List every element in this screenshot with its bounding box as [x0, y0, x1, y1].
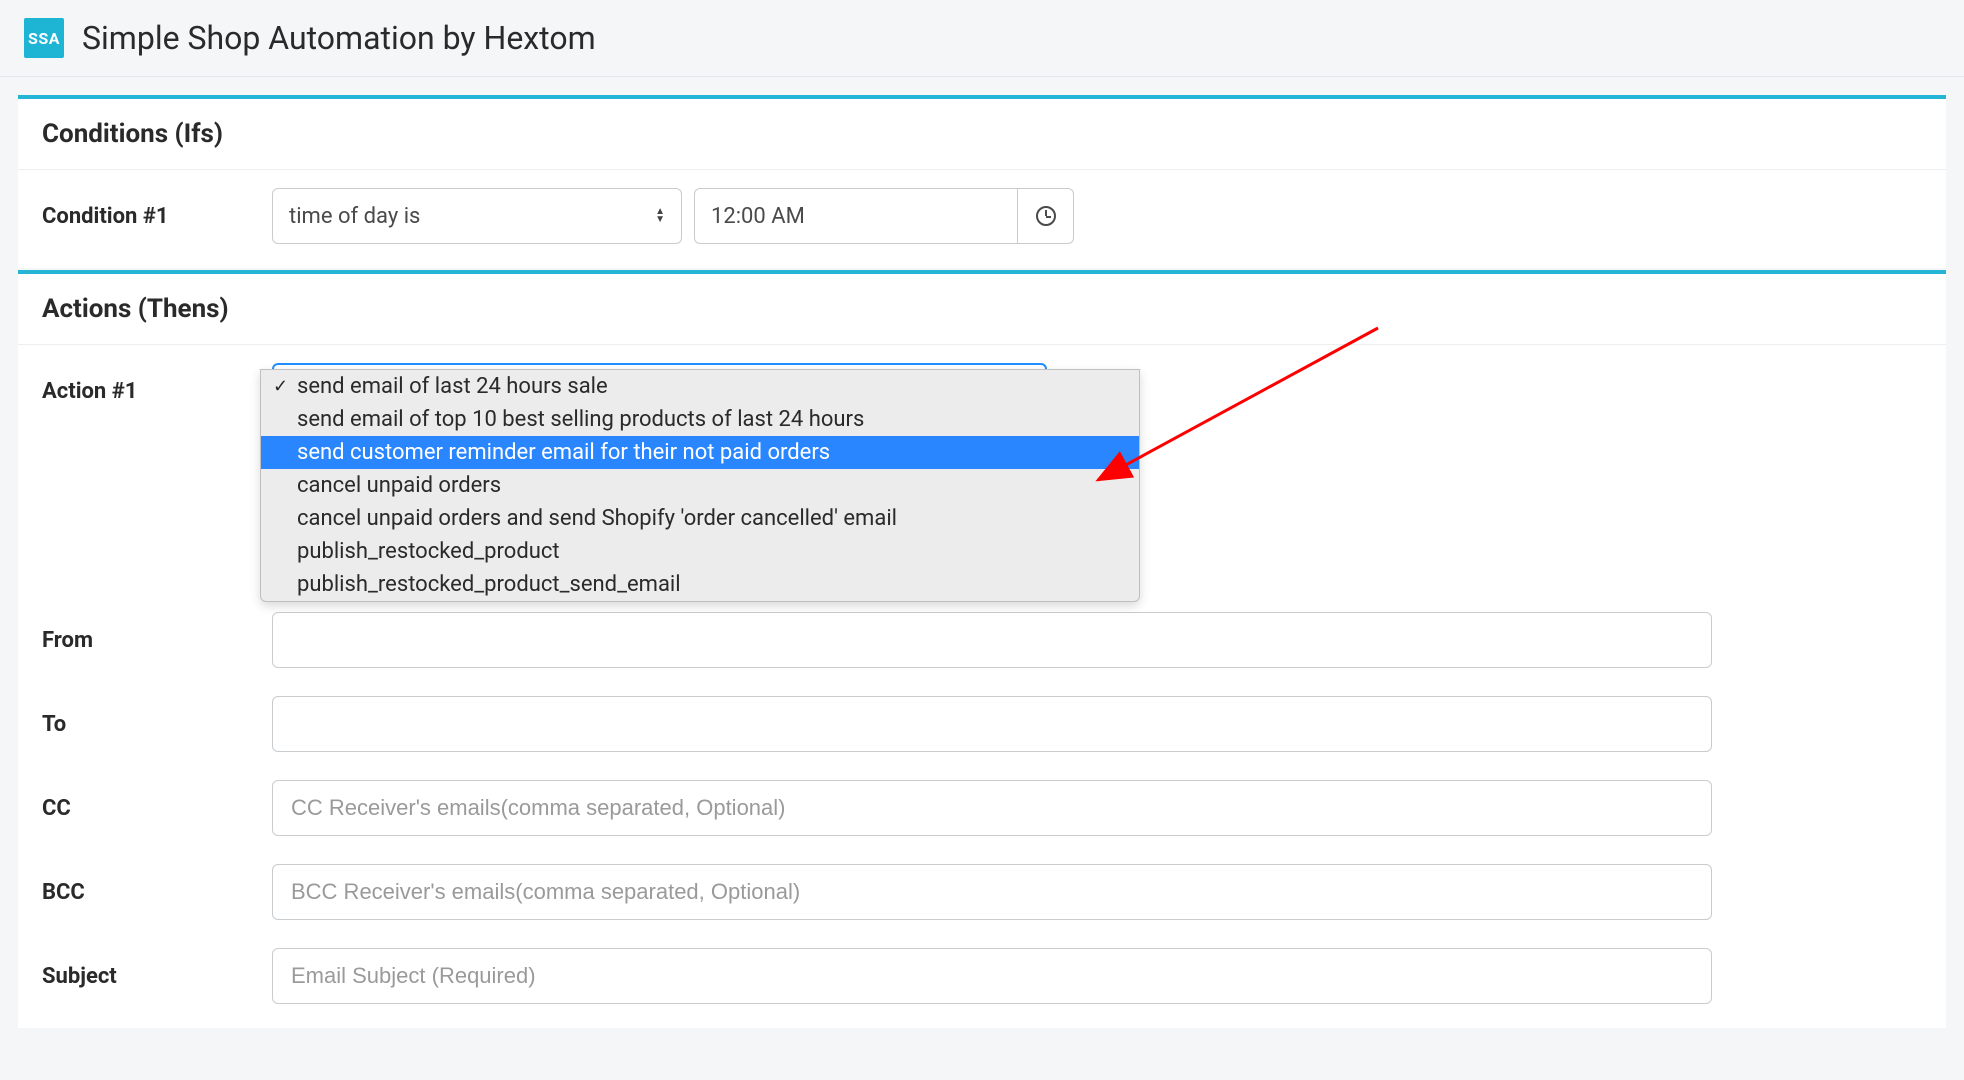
action-dropdown-option-label: publish_restocked_product — [297, 539, 560, 564]
action-dropdown-option[interactable]: cancel unpaid orders — [261, 469, 1139, 502]
cc-label: CC — [42, 796, 272, 821]
action-dropdown-option[interactable]: send customer reminder email for their n… — [261, 436, 1139, 469]
condition-row: Condition #1 time of day is ▲▼ 12:00 AM — [42, 188, 1922, 244]
subject-row: Subject — [42, 948, 1922, 1004]
action-dropdown-option-label: send email of last 24 hours sale — [297, 374, 608, 399]
app-logo: SSA — [24, 18, 64, 58]
bcc-input[interactable] — [272, 864, 1712, 920]
subject-label: Subject — [42, 964, 272, 989]
check-icon: ✓ — [273, 376, 297, 397]
condition-select-value: time of day is — [289, 204, 420, 229]
conditions-panel: Conditions (Ifs) Condition #1 time of da… — [18, 95, 1946, 268]
actions-title: Actions (Thens) — [18, 274, 1946, 345]
from-row: From — [42, 612, 1922, 668]
action-dropdown-option[interactable]: ✓send email of last 24 hours sale — [261, 370, 1139, 403]
action-dropdown-option-label: publish_restocked_product_send_email — [297, 572, 681, 597]
cc-input[interactable] — [272, 780, 1712, 836]
to-row: To — [42, 696, 1922, 752]
condition-label: Condition #1 — [42, 204, 272, 229]
action-dropdown-option[interactable]: cancel unpaid orders and send Shopify 'o… — [261, 502, 1139, 535]
action-dropdown-option-label: send email of top 10 best selling produc… — [297, 407, 864, 432]
action-dropdown-option-label: cancel unpaid orders — [297, 473, 501, 498]
select-updown-icon: ▲▼ — [655, 208, 665, 224]
from-input[interactable] — [272, 612, 1712, 668]
bcc-row: BCC — [42, 864, 1922, 920]
action-dropdown-list: ✓send email of last 24 hours salesend em… — [260, 369, 1140, 602]
action-label: Action #1 — [42, 363, 272, 404]
action-dropdown-option-label: cancel unpaid orders and send Shopify 'o… — [297, 506, 897, 531]
to-label: To — [42, 712, 272, 737]
time-picker-button[interactable] — [1017, 189, 1073, 243]
action-dropdown-option-label: send customer reminder email for their n… — [297, 440, 830, 465]
app-title: Simple Shop Automation by Hextom — [82, 19, 596, 57]
app-header: SSA Simple Shop Automation by Hextom — [0, 0, 1964, 77]
time-field[interactable]: 12:00 AM — [694, 188, 1074, 244]
condition-select[interactable]: time of day is ▲▼ — [272, 188, 682, 244]
clock-icon — [1036, 206, 1056, 226]
time-value: 12:00 AM — [695, 204, 1017, 229]
subject-input[interactable] — [272, 948, 1712, 1004]
action-select-open[interactable]: ✓send email of last 24 hours sale send em… — [272, 363, 1047, 602]
from-label: From — [42, 628, 272, 653]
cc-row: CC — [42, 780, 1922, 836]
actions-panel: Actions (Thens) Action #1 ✓send email of… — [18, 270, 1946, 1028]
to-input[interactable] — [272, 696, 1712, 752]
conditions-title: Conditions (Ifs) — [18, 99, 1946, 170]
action-dropdown-option[interactable]: publish_restocked_product_send_email — [261, 568, 1139, 601]
bcc-label: BCC — [42, 880, 272, 905]
action-row: Action #1 ✓send email of last 24 hours s… — [42, 363, 1922, 602]
action-dropdown-option[interactable]: send email of top 10 best selling produc… — [261, 403, 1139, 436]
action-dropdown-option[interactable]: publish_restocked_product — [261, 535, 1139, 568]
